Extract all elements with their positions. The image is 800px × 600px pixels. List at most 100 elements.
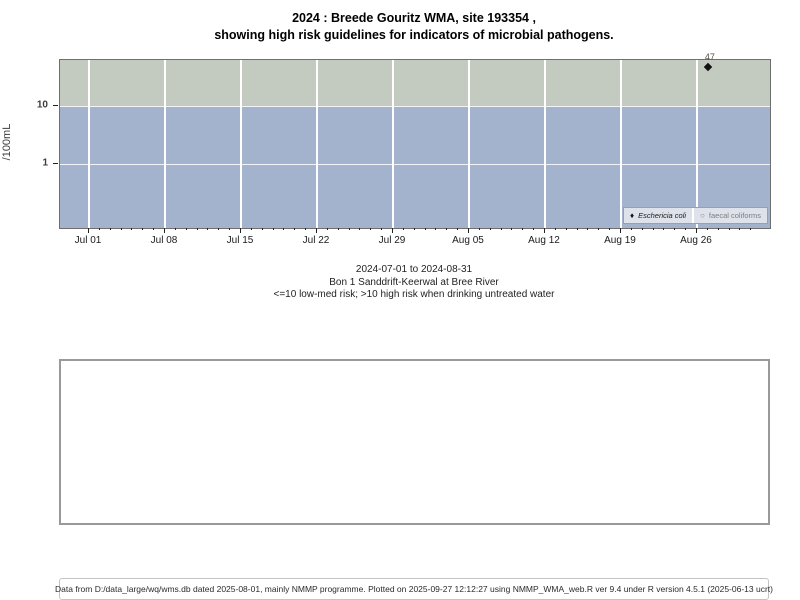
footer: Data from D:/data_large/wq/wms.db dated … (55, 578, 773, 600)
open-circle-icon: ○ (700, 211, 705, 220)
x-minor-tick (229, 228, 231, 230)
x-tick-label: Aug 12 (528, 235, 560, 246)
x-major-tick (467, 228, 469, 233)
y-tick-label: 1 (42, 157, 48, 169)
x-minor-tick (283, 228, 285, 230)
legend-label-faecal: faecal coliforms (708, 211, 761, 220)
x-minor-tick (489, 228, 491, 230)
chart-title-line2: showing high risk guidelines for indicat… (214, 28, 614, 42)
footer-provenance-text: Data from D:/data_large/wq/wms.db dated … (55, 584, 773, 594)
x-tick-label: Jul 08 (150, 235, 178, 246)
x-major-tick (391, 228, 393, 233)
x-minor-tick (739, 228, 741, 230)
x-minor-tick (218, 228, 220, 230)
x-minor-tick (717, 228, 719, 230)
x-minor-tick (478, 228, 480, 230)
x-minor-tick (370, 228, 372, 230)
x-minor-tick (652, 228, 654, 230)
ecoli-point-label: 47 (704, 52, 715, 63)
x-tick-label: Jul 29 (378, 235, 406, 246)
x-minor-tick (402, 228, 404, 230)
x-major-tick (619, 228, 621, 233)
x-tick-label: Aug 05 (452, 235, 484, 246)
x-minor-tick (522, 228, 524, 230)
x-minor-tick (207, 228, 209, 230)
x-minor-tick (261, 228, 263, 230)
caption-date-range: 2024-07-01 to 2024-08-31 (355, 264, 473, 275)
weekly-gridline (543, 60, 546, 228)
x-minor-tick (196, 228, 198, 230)
x-minor-tick (630, 228, 632, 230)
plot-page: 2024 : Breede Gouritz WMA, site 193354 ,… (0, 0, 800, 600)
x-minor-tick (674, 228, 676, 230)
x-minor-tick (511, 228, 513, 230)
legend-label-ecoli: Eschericia coli (638, 211, 687, 220)
x-minor-tick (641, 228, 643, 230)
x-minor-tick (446, 228, 448, 230)
x-minor-tick (728, 228, 730, 230)
x-minor-tick (663, 228, 665, 230)
x-minor-tick (174, 228, 176, 230)
x-minor-tick (294, 228, 296, 230)
weekly-gridline (88, 60, 90, 228)
weekly-gridline (467, 60, 470, 228)
x-minor-tick (337, 228, 339, 230)
x-minor-tick (457, 228, 459, 230)
y-tick (53, 163, 58, 164)
x-major-tick (695, 228, 697, 233)
x-minor-tick (142, 228, 144, 230)
weekly-gridline (391, 60, 394, 228)
x-tick-label: Aug 26 (680, 235, 712, 246)
x-tick-label: Jul 15 (226, 235, 254, 246)
x-minor-tick (250, 228, 252, 230)
caption-risk-note: <=10 low-med risk; >10 high risk when dr… (273, 289, 555, 300)
x-minor-tick (413, 228, 415, 230)
x-major-tick (163, 228, 165, 233)
chart-title-line1: 2024 : Breede Gouritz WMA, site 193354 , (292, 11, 536, 25)
horizontal-gridline (60, 106, 770, 107)
x-minor-tick (348, 228, 350, 230)
empty-lower-panel (59, 359, 770, 525)
x-major-tick (543, 228, 545, 233)
x-minor-tick (435, 228, 437, 230)
y-tick-label: 10 (36, 99, 48, 111)
x-minor-tick (685, 228, 687, 230)
plot-area: 47 ♦ Eschericia coli ○ faecal coliforms (59, 52, 771, 229)
x-minor-tick (565, 228, 567, 230)
weekly-gridline (695, 60, 698, 228)
x-minor-tick (305, 228, 307, 230)
caption-site-name: Bon 1 Sanddrift-Keerwal at Bree River (329, 276, 499, 288)
x-minor-tick (272, 228, 274, 230)
x-minor-tick (326, 228, 328, 230)
x-tick-label: Aug 19 (604, 235, 636, 246)
x-major-tick (88, 228, 89, 233)
weekly-gridline (315, 60, 318, 228)
weekly-gridline (619, 60, 622, 228)
legend: ♦ Eschericia coli ○ faecal coliforms (623, 207, 768, 224)
y-axis-title: /100mL (1, 123, 13, 161)
x-minor-tick (424, 228, 426, 230)
x-minor-tick (153, 228, 155, 230)
x-minor-tick (576, 228, 578, 230)
chart-title: 2024 : Breede Gouritz WMA, site 193354 ,… (59, 10, 769, 44)
x-minor-tick (131, 228, 133, 230)
weekly-gridline (163, 60, 166, 228)
x-minor-tick (533, 228, 535, 230)
x-major-tick (239, 228, 241, 233)
x-tick-label: Jul 01 (74, 235, 102, 246)
legend-entry-ecoli: ♦ Eschericia coli (624, 208, 692, 223)
x-minor-tick (109, 228, 111, 230)
x-minor-tick (598, 228, 600, 230)
caption-block: 2024-07-01 to 2024-08-31 Bon 1 Sanddrift… (59, 264, 769, 302)
x-minor-tick (381, 228, 383, 230)
x-minor-tick (706, 228, 708, 230)
x-minor-tick (500, 228, 502, 230)
weekly-gridline (239, 60, 242, 228)
x-minor-tick (587, 228, 589, 230)
x-minor-tick (750, 228, 752, 230)
high-risk-band (60, 60, 770, 106)
x-minor-tick (185, 228, 187, 230)
x-minor-tick (98, 228, 100, 230)
legend-entry-faecal: ○ faecal coliforms (694, 208, 767, 223)
x-tick-label: Jul 22 (302, 235, 330, 246)
